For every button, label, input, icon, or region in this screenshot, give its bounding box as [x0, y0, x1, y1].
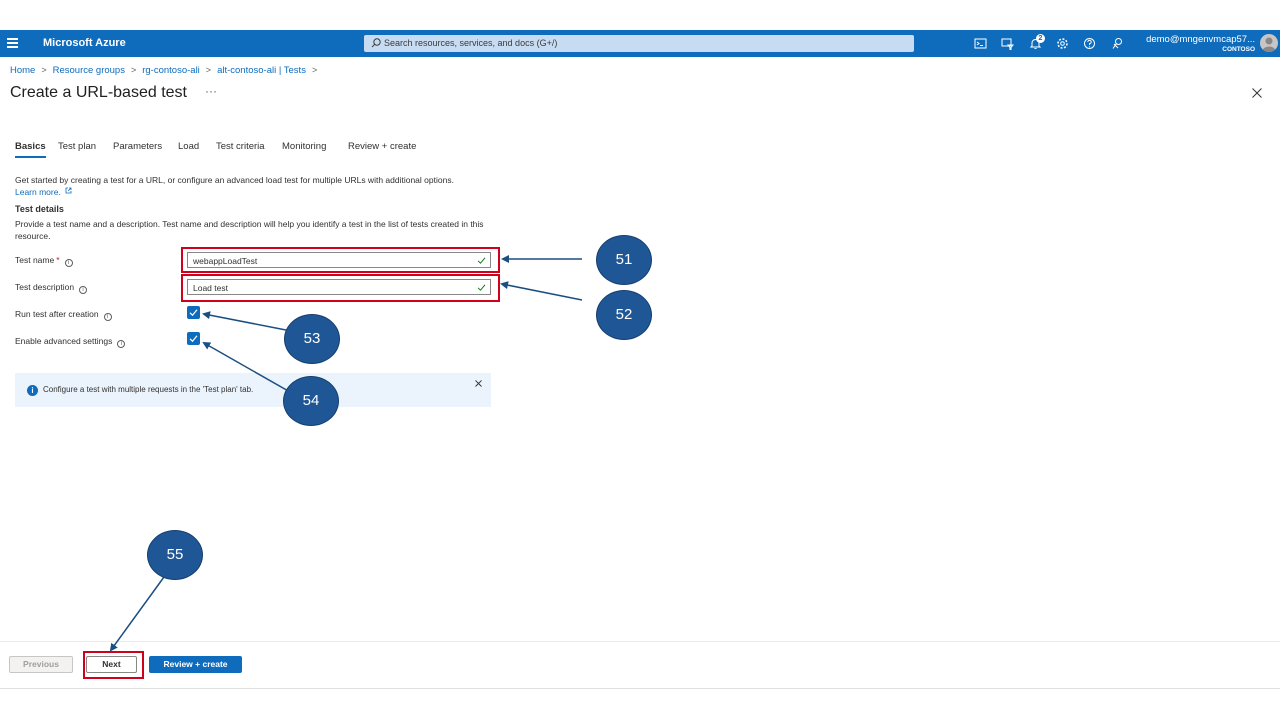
tab-load[interactable]: Load: [178, 141, 199, 156]
intro-text: Get started by creating a test for a URL…: [15, 175, 505, 198]
chevron-right-icon: >: [130, 65, 137, 75]
info-icon[interactable]: i: [64, 259, 73, 267]
search-placeholder: Search resources, services, and docs (G+…: [384, 38, 558, 48]
tab-review-create[interactable]: Review + create: [348, 141, 416, 156]
highlight-test-description: [181, 274, 500, 302]
more-options-icon[interactable]: ···: [205, 84, 217, 98]
enable-advanced-checkbox[interactable]: [187, 332, 200, 345]
section-heading: Test details: [15, 204, 64, 214]
close-icon[interactable]: [1251, 87, 1263, 99]
gear-icon[interactable]: [1055, 36, 1070, 51]
breadcrumb-home[interactable]: Home: [10, 65, 35, 76]
top-nav-bar: Microsoft Azure Search resources, servic…: [0, 30, 1280, 57]
portal-page: Microsoft Azure Search resources, servic…: [0, 0, 1280, 720]
help-icon[interactable]: [1082, 36, 1097, 51]
arrow-53: [202, 311, 287, 331]
breadcrumb-resource-groups[interactable]: Resource groups: [53, 65, 125, 76]
learn-more-link[interactable]: Learn more.: [15, 187, 72, 197]
tab-test-plan[interactable]: Test plan: [58, 141, 96, 156]
brand-name[interactable]: Microsoft Azure: [43, 37, 126, 49]
tab-basics[interactable]: Basics: [15, 141, 46, 158]
highlight-next-button: [83, 651, 144, 679]
arrow-55: [109, 576, 165, 652]
info-icon[interactable]: i: [117, 340, 126, 348]
global-search-input[interactable]: Search resources, services, and docs (G+…: [364, 35, 914, 52]
bottom-divider: [0, 688, 1280, 689]
checkmark-icon: [189, 335, 198, 343]
account-tenant: CONTOSO: [1222, 46, 1255, 53]
info-banner: i Configure a test with multiple request…: [15, 373, 491, 407]
chevron-right-icon: >: [311, 65, 318, 75]
avatar[interactable]: [1260, 34, 1278, 52]
directory-filter-icon[interactable]: [1000, 36, 1015, 51]
feedback-icon[interactable]: [1110, 36, 1125, 51]
close-icon[interactable]: [475, 380, 482, 387]
page-title: Create a URL-based test: [10, 84, 187, 101]
run-after-creation-label: Run test after creation i: [15, 309, 112, 321]
info-banner-text: Configure a test with multiple requests …: [43, 385, 254, 394]
notification-count-badge: 2: [1036, 34, 1045, 43]
test-name-label: Test name * i: [15, 255, 73, 267]
callout-53: 53: [284, 314, 340, 364]
cloud-shell-icon[interactable]: [973, 36, 988, 51]
callout-51: 51: [596, 235, 652, 285]
breadcrumb-resource-group[interactable]: rg-contoso-ali: [142, 65, 200, 76]
info-icon[interactable]: i: [79, 286, 88, 294]
chevron-right-icon: >: [41, 65, 47, 75]
callout-52: 52: [596, 290, 652, 340]
review-create-button[interactable]: Review + create: [149, 656, 242, 673]
checkmark-icon: [189, 309, 198, 317]
enable-advanced-label: Enable advanced settings i: [15, 336, 126, 348]
tab-test-criteria[interactable]: Test criteria: [216, 141, 265, 156]
required-marker: *: [56, 255, 60, 265]
highlight-test-name: [181, 247, 500, 273]
breadcrumb-tests[interactable]: alt-contoso-ali | Tests: [217, 65, 306, 76]
info-icon: i: [27, 385, 38, 396]
tab-parameters[interactable]: Parameters: [113, 141, 162, 156]
callout-55: 55: [147, 530, 203, 580]
account-info[interactable]: demo@mngenvmcap57... CONTOSO: [1146, 34, 1255, 53]
chevron-right-icon: >: [205, 65, 212, 75]
run-after-creation-checkbox[interactable]: [187, 306, 200, 319]
footer-divider: [0, 641, 1280, 642]
account-name: demo@mngenvmcap57...: [1146, 34, 1255, 45]
intro-description: Get started by creating a test for a URL…: [15, 175, 454, 185]
hamburger-menu-icon[interactable]: [7, 38, 18, 48]
section-description: Provide a test name and a description. T…: [15, 219, 484, 241]
search-icon: [371, 38, 381, 48]
arrow-52: [500, 281, 583, 301]
test-description-label: Test description i: [15, 282, 88, 294]
info-icon[interactable]: i: [103, 313, 112, 321]
callout-54: 54: [283, 376, 339, 426]
breadcrumb: Home > Resource groups > rg-contoso-ali > alt-…: [10, 65, 323, 76]
annotation-arrows: [109, 255, 583, 652]
previous-button[interactable]: Previous: [9, 656, 73, 673]
tab-monitoring[interactable]: Monitoring: [282, 141, 326, 156]
external-link-icon: [65, 187, 72, 193]
